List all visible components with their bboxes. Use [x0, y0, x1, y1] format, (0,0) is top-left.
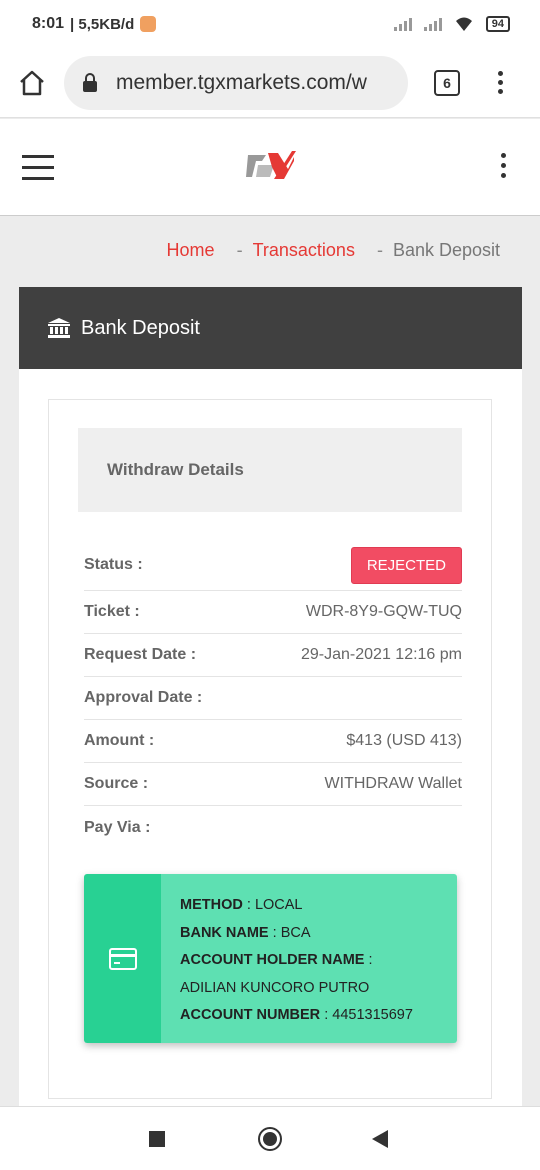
amount-label: Amount :: [84, 732, 155, 749]
credit-card-icon: [108, 947, 137, 970]
breadcrumb-transactions[interactable]: Transactions: [253, 240, 355, 261]
site-more-menu-button[interactable]: [501, 153, 506, 178]
site-header: [0, 119, 540, 216]
status-bar: 8:01 | 5,5KB/d 94: [0, 0, 540, 48]
source-label: Source :: [84, 775, 149, 792]
signal-icon-2: [423, 17, 442, 31]
lock-icon: [82, 72, 108, 93]
browser-address-bar: member.tgxmarkets.com/w 6: [0, 48, 540, 118]
approval-date-label: Approval Date :: [84, 689, 203, 706]
bank-name-value: BCA: [280, 924, 311, 941]
pay-via-label: Pay Via :: [84, 818, 151, 836]
bank-name-label: BANK NAME: [180, 924, 269, 941]
payment-icon-column: [84, 874, 161, 1043]
detail-row-source: Source : WITHDRAW Wallet: [84, 763, 462, 806]
status-network-speed: | 5,5KB/d: [70, 15, 135, 33]
ticket-label: Ticket :: [84, 603, 140, 620]
account-number-line: ACCOUNT NUMBER : 4451315697: [180, 1007, 413, 1023]
ticket-value: WDR-8Y9-GQW-TUQ: [305, 603, 462, 620]
amount-value: $413 (USD 413): [346, 732, 462, 749]
status-badge: REJECTED: [350, 546, 462, 584]
breadcrumb: Home - Transactions - Bank Deposit: [167, 240, 500, 261]
signal-icon: [393, 17, 412, 31]
card-header: Bank Deposit: [19, 287, 522, 369]
breadcrumb-current: Bank Deposit: [392, 240, 500, 260]
status-time: 8:01: [32, 15, 65, 32]
detail-row-approval-date: Approval Date :: [84, 677, 462, 720]
bank-deposit-card: Bank Deposit Withdraw Details Status : R…: [19, 287, 522, 1117]
account-holder-value: ADILIAN KUNCORO PUTRO: [180, 979, 370, 996]
detail-row-ticket: Ticket : WDR-8Y9-GQW-TUQ: [84, 591, 462, 634]
breadcrumb-home[interactable]: Home: [167, 240, 215, 261]
system-home-button[interactable]: [258, 1127, 282, 1151]
breadcrumb-separator: -: [376, 240, 383, 260]
account-holder-line: ACCOUNT HOLDER NAME :: [180, 952, 373, 968]
notification-app-icon: [140, 16, 157, 32]
url-field[interactable]: member.tgxmarkets.com/w: [64, 55, 408, 110]
section-title: Withdraw Details: [78, 428, 462, 512]
card-title: Bank Deposit: [81, 316, 200, 339]
withdraw-details-panel: Withdraw Details Status : REJECTED Ticke…: [48, 399, 492, 1099]
payment-info: METHOD : LOCAL BANK NAME : BCA ACCOUNT H…: [161, 874, 457, 1043]
payment-method-label: METHOD: [180, 897, 243, 913]
payment-method-line: METHOD : LOCAL: [180, 897, 303, 913]
system-nav-bar: [0, 1106, 540, 1170]
hamburger-menu-icon[interactable]: [22, 154, 54, 180]
breadcrumb-separator: -: [236, 240, 243, 260]
source-value: WITHDRAW Wallet: [324, 775, 462, 792]
detail-row-amount: Amount : $413 (USD 413): [84, 720, 462, 763]
details-list: Status : REJECTED Ticket : WDR-8Y9-GQW-T…: [84, 540, 462, 849]
browser-menu-button[interactable]: [498, 71, 503, 94]
home-icon: [20, 70, 44, 95]
account-holder-label: ACCOUNT HOLDER NAME: [180, 952, 365, 968]
detail-row-request-date: Request Date : 29-Jan-2021 12:16 pm: [84, 634, 462, 677]
battery-indicator: 94: [485, 16, 510, 32]
request-date-label: Request Date :: [84, 646, 197, 663]
account-number-label: ACCOUNT NUMBER: [180, 1007, 321, 1023]
request-date-value: 29-Jan-2021 12:16 pm: [301, 646, 462, 663]
payment-method-box: METHOD : LOCAL BANK NAME : BCA ACCOUNT H…: [84, 874, 457, 1043]
site-logo[interactable]: [244, 147, 296, 188]
payment-method-value: LOCAL: [254, 897, 303, 913]
detail-row-pay-via: Pay Via :: [84, 806, 462, 849]
detail-row-status: Status : REJECTED: [84, 540, 462, 591]
bank-name-line: BANK NAME : BCA: [180, 924, 311, 941]
bank-icon: [47, 317, 71, 339]
system-back-button[interactable]: [372, 1130, 388, 1148]
tab-switcher-button[interactable]: 6: [434, 69, 460, 96]
recent-apps-button[interactable]: [149, 1131, 165, 1147]
account-number-value: 4451315697: [332, 1007, 413, 1023]
wifi-icon: [455, 17, 472, 31]
status-label: Status :: [84, 556, 143, 573]
browser-home-button[interactable]: [0, 48, 64, 118]
url-text: member.tgxmarkets.com/w: [116, 70, 367, 94]
